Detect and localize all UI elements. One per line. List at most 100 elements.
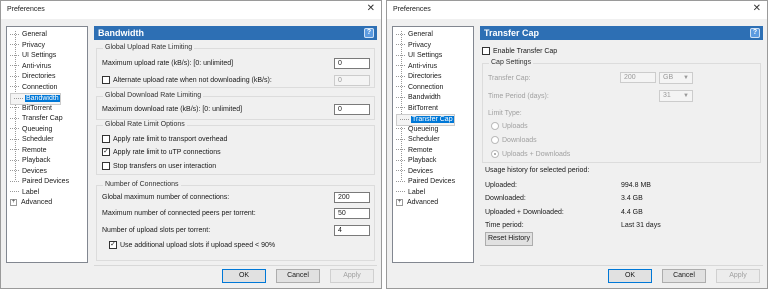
apply-button[interactable]: Apply bbox=[716, 269, 760, 283]
global-connections-input[interactable]: 200 bbox=[334, 192, 370, 203]
tree-item-general[interactable]: General bbox=[396, 30, 434, 40]
tree-item-label: Anti-virus bbox=[22, 62, 52, 70]
utp-label: Apply rate limit to uTP connections bbox=[113, 149, 221, 156]
cancel-button[interactable]: Cancel bbox=[662, 269, 706, 283]
transfer-cap-input[interactable]: 200 bbox=[620, 72, 656, 83]
tree-item-advanced[interactable]: + Advanced bbox=[396, 198, 439, 208]
tree-connector bbox=[396, 128, 405, 130]
tree-item-connection[interactable]: Connection bbox=[396, 83, 444, 93]
tree-item-privacy[interactable]: Privacy bbox=[10, 41, 46, 51]
tree-item-label: Remote bbox=[22, 146, 47, 154]
apply-button[interactable]: Apply bbox=[330, 269, 374, 283]
max-upload-label: Maximum upload rate (kB/s): [0: unlimite… bbox=[102, 60, 234, 67]
cancel-button[interactable]: Cancel bbox=[276, 269, 320, 283]
tree-item-label[interactable]: Label bbox=[396, 188, 426, 198]
tree-item-paired-devices[interactable]: Paired Devices bbox=[10, 177, 70, 187]
total-label: Uploaded + Downloaded: bbox=[485, 209, 564, 216]
enable-transfer-cap-label: Enable Transfer Cap bbox=[493, 48, 558, 55]
tree-item-anti-virus[interactable]: Anti-virus bbox=[10, 62, 52, 72]
help-icon[interactable]: ? bbox=[364, 28, 374, 38]
max-download-label: Maximum download rate (kB/s): [0: unlimi… bbox=[102, 106, 243, 113]
extra-slots-checkbox[interactable]: ✓ Use additional upload slots if upload s… bbox=[109, 241, 275, 250]
time-period-label: Time Period (days): bbox=[488, 93, 549, 100]
alt-upload-checkbox[interactable]: Alternate upload rate when not downloadi… bbox=[102, 76, 272, 85]
checkbox-box[interactable] bbox=[482, 47, 490, 56]
expand-icon[interactable]: + bbox=[10, 198, 17, 206]
tree-item-playback[interactable]: Playback bbox=[10, 156, 51, 166]
tree-item-scheduler[interactable]: Scheduler bbox=[10, 135, 55, 145]
tree-item-ui-settings[interactable]: UI Settings bbox=[10, 51, 57, 61]
tree-item-bittorrent[interactable]: BitTorrent bbox=[396, 104, 439, 114]
tree-item-general[interactable]: General bbox=[10, 30, 48, 40]
tree-item-paired-devices[interactable]: Paired Devices bbox=[396, 177, 456, 187]
tree-item-ui-settings[interactable]: UI Settings bbox=[396, 51, 443, 61]
time-period-select[interactable]: 31 ▼ bbox=[659, 90, 693, 102]
tree-item-directories[interactable]: Directories bbox=[396, 72, 442, 82]
checkbox-box[interactable]: ✓ bbox=[102, 148, 110, 157]
close-icon[interactable]: ✕ bbox=[753, 3, 761, 14]
tree-item-devices[interactable]: Devices bbox=[396, 167, 434, 177]
radio-downloads-label: Downloads bbox=[502, 137, 537, 144]
tree-item-label: Privacy bbox=[22, 41, 45, 49]
tree-connector bbox=[396, 33, 405, 35]
radio-uploads[interactable]: Uploads bbox=[491, 122, 528, 131]
checkbox-box[interactable] bbox=[102, 162, 110, 171]
global-connections-label: Global maximum number of connections: bbox=[102, 194, 230, 201]
radio-circle[interactable] bbox=[491, 136, 499, 145]
radio-uploads-downloads[interactable]: Uploads + Downloads bbox=[491, 150, 570, 159]
upload-slots-input[interactable]: 4 bbox=[334, 225, 370, 236]
tree-item-label: Paired Devices bbox=[408, 178, 456, 185]
tree-item-playback[interactable]: Playback bbox=[396, 156, 437, 166]
enable-transfer-cap-checkbox[interactable]: Enable Transfer Cap bbox=[482, 47, 557, 56]
tree-item-label[interactable]: Label bbox=[10, 188, 40, 198]
ok-button[interactable]: OK bbox=[608, 269, 652, 283]
transport-overhead-checkbox[interactable]: Apply rate limit to transport overhead bbox=[102, 135, 227, 144]
ok-button[interactable]: OK bbox=[222, 269, 266, 283]
radio-circle[interactable] bbox=[491, 150, 499, 159]
tree-item-bittorrent[interactable]: BitTorrent bbox=[10, 104, 53, 114]
tree-item-devices[interactable]: Devices bbox=[10, 167, 48, 177]
title-bar: Preferences ✕ bbox=[1, 1, 381, 19]
tree-connector bbox=[10, 159, 19, 161]
tree-item-privacy[interactable]: Privacy bbox=[396, 41, 432, 51]
tree-item-transfer-cap[interactable]: Transfer Cap bbox=[10, 114, 64, 124]
limit-type-label: Limit Type: bbox=[488, 110, 522, 117]
tree-item-directories[interactable]: Directories bbox=[10, 72, 56, 82]
total-value: 4.4 GB bbox=[621, 209, 643, 216]
group-title: Cap Settings bbox=[489, 59, 534, 66]
tree-item-label: General bbox=[22, 31, 47, 38]
preferences-window-bandwidth: Preferences ✕ General Privacy UI Settings A… bbox=[0, 0, 382, 289]
checkbox-box[interactable]: ✓ bbox=[109, 241, 117, 250]
tree-connector bbox=[14, 97, 23, 99]
tree-item-label: Bandwidth bbox=[25, 95, 60, 102]
tree-item-queueing[interactable]: Queueing bbox=[10, 125, 53, 135]
tree-item-queueing[interactable]: Queueing bbox=[396, 125, 439, 135]
tree-item-advanced[interactable]: + Advanced bbox=[10, 198, 53, 208]
checkbox-box[interactable] bbox=[102, 135, 110, 144]
tree-item-anti-virus[interactable]: Anti-virus bbox=[396, 62, 438, 72]
max-download-input[interactable]: 0 bbox=[334, 104, 370, 115]
tree-item-label: Paired Devices bbox=[22, 178, 70, 185]
expand-icon[interactable]: + bbox=[396, 198, 403, 206]
tree-item-scheduler[interactable]: Scheduler bbox=[396, 135, 441, 145]
max-upload-input[interactable]: 0 bbox=[334, 58, 370, 69]
tree-connector bbox=[10, 117, 19, 119]
tree-item-connection[interactable]: Connection bbox=[10, 83, 58, 93]
peers-input[interactable]: 50 bbox=[334, 208, 370, 219]
utp-checkbox[interactable]: ✓ Apply rate limit to uTP connections bbox=[102, 148, 221, 157]
alt-upload-input[interactable]: 0 bbox=[334, 75, 370, 86]
peers-label: Maximum number of connected peers per to… bbox=[102, 210, 256, 217]
cap-unit-select[interactable]: GB ▼ bbox=[659, 72, 693, 84]
close-icon[interactable]: ✕ bbox=[367, 3, 375, 14]
tree-item-remote[interactable]: Remote bbox=[396, 146, 434, 156]
title-bar: Preferences ✕ bbox=[387, 1, 767, 19]
help-icon[interactable]: ? bbox=[750, 28, 760, 38]
checkbox-box[interactable] bbox=[102, 76, 110, 85]
stop-transfers-checkbox[interactable]: Stop transfers on user interaction bbox=[102, 162, 216, 171]
tree-item-bandwidth[interactable]: Bandwidth bbox=[396, 93, 442, 103]
reset-history-button[interactable]: Reset History bbox=[485, 232, 533, 246]
radio-circle[interactable] bbox=[491, 122, 499, 131]
radio-downloads[interactable]: Downloads bbox=[491, 136, 537, 145]
tree-item-remote[interactable]: Remote bbox=[10, 146, 48, 156]
uploaded-label: Uploaded: bbox=[485, 182, 517, 189]
